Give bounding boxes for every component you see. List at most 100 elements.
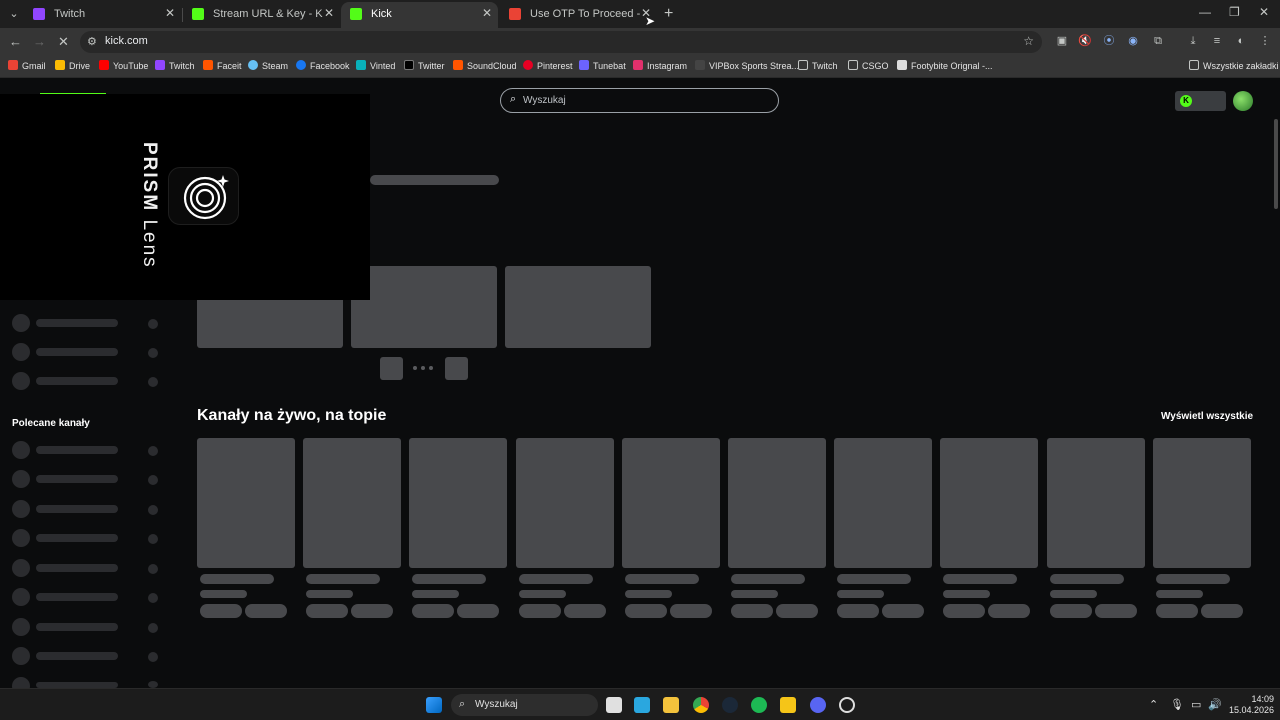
url-text[interactable]: kick.com <box>105 35 148 47</box>
skeleton-dot <box>148 446 158 456</box>
view-all-link[interactable]: Wyświetl wszystkie <box>1161 411 1253 422</box>
site-info-icon[interactable]: ⚙ <box>87 35 97 48</box>
cast-icon[interactable]: ▣ <box>1055 34 1069 48</box>
bookmark-youtube[interactable]: YouTube <box>99 60 148 71</box>
skeleton-thumbnail <box>197 438 295 568</box>
kick-login-button[interactable]: K <box>1175 91 1226 111</box>
skeleton-line <box>625 590 672 598</box>
tab-twitch[interactable]: Twitch ✕ <box>24 2 181 28</box>
app-icon[interactable] <box>780 697 796 713</box>
steam-icon[interactable] <box>722 697 738 713</box>
bookmark-soundcloud[interactable]: SoundCloud <box>453 60 517 71</box>
back-icon[interactable]: ← <box>9 34 22 49</box>
close-tab-icon[interactable]: ✕ <box>482 6 492 20</box>
twitch-favicon-icon <box>33 8 45 20</box>
display-icon[interactable]: ▭ <box>1191 698 1201 711</box>
tab-search-icon[interactable]: ⌄ <box>6 6 22 22</box>
skeleton-avatar <box>12 314 30 332</box>
bookmark-label: Steam <box>262 61 289 71</box>
close-tab-icon[interactable]: ✕ <box>165 6 175 20</box>
skeleton-line <box>36 348 118 356</box>
avatar[interactable] <box>1233 91 1253 111</box>
tray-chevron-icon[interactable]: ⌃ <box>1149 698 1158 711</box>
skeleton-tag <box>731 604 773 618</box>
skeleton-thumbnail <box>1047 438 1145 568</box>
microphone-icon[interactable]: 🎙 <box>1170 698 1184 711</box>
mouse-cursor-icon: ➤ <box>645 14 656 28</box>
minimize-icon[interactable]: — <box>1199 5 1211 19</box>
menu-kebab-icon[interactable]: ⋮ <box>1258 34 1272 48</box>
profile-icon[interactable]: ◐ <box>1234 34 1248 48</box>
reading-list-icon[interactable]: ≡ <box>1210 34 1224 48</box>
carousel-dot[interactable] <box>429 366 433 370</box>
volume-icon[interactable]: 🔊 <box>1208 698 1222 711</box>
bookmark-vipbox[interactable]: VIPBox Sports Strea... <box>695 60 799 71</box>
downloads-icon[interactable]: ⤓ <box>1186 34 1200 48</box>
bookmark-gmail[interactable]: Gmail <box>8 60 46 71</box>
discord-icon[interactable] <box>810 697 826 713</box>
bookmark-footybite[interactable]: Footybite Orignal -... <box>897 60 993 71</box>
bookmark-drive[interactable]: Drive <box>55 60 90 71</box>
spotify-icon[interactable] <box>751 697 767 713</box>
kick-logo-icon: K <box>1180 95 1192 107</box>
skeleton-line <box>36 319 118 327</box>
windows-start-icon[interactable] <box>426 697 442 713</box>
forward-icon[interactable]: → <box>33 34 46 49</box>
bookmark-twitch[interactable]: Twitch <box>155 60 195 71</box>
widget-app-icon[interactable] <box>634 697 650 713</box>
extension-icon[interactable]: ◉ <box>1126 34 1140 48</box>
skeleton-tag <box>1095 604 1137 618</box>
faceit-icon <box>203 60 213 70</box>
prism-lens-overlay[interactable]: PRISM Lens <box>0 94 370 300</box>
bookmark-twitter[interactable]: Twitter <box>404 60 445 71</box>
carousel-dot[interactable] <box>413 366 417 370</box>
skeleton-tag <box>564 604 606 618</box>
task-view-icon[interactable] <box>606 697 622 713</box>
skeleton-avatar <box>12 588 30 606</box>
system-clock[interactable]: 14:09 15.04.2026 <box>1224 694 1274 716</box>
bookmark-facebook[interactable]: Facebook <box>296 60 350 71</box>
skeleton-avatar <box>12 677 30 688</box>
all-bookmarks[interactable]: Wszystkie zakładki <box>1189 60 1279 71</box>
skeleton-dot <box>148 377 158 387</box>
skeleton-line <box>200 574 274 584</box>
restore-icon[interactable]: ❐ <box>1229 5 1240 19</box>
page-scrollbar[interactable] <box>1274 119 1278 209</box>
extensions-puzzle-icon[interactable]: ⧉ <box>1151 34 1165 48</box>
search-icon: ⌕ <box>510 93 517 105</box>
skeleton-line <box>519 574 593 584</box>
bookmark-tunebat[interactable]: Tunebat <box>579 60 626 71</box>
carousel-dot[interactable] <box>421 366 425 370</box>
address-bar[interactable]: ⚙ kick.com ☆ <box>80 31 1042 53</box>
file-explorer-icon[interactable] <box>663 697 679 713</box>
skeleton-tag <box>837 604 879 618</box>
tab-kick[interactable]: Kick ✕ <box>341 2 498 28</box>
carousel-next-button[interactable] <box>445 357 468 380</box>
carousel-prev-button[interactable] <box>380 357 403 380</box>
close-tab-icon[interactable]: ✕ <box>324 6 334 20</box>
bookmark-pinterest[interactable]: Pinterest <box>523 60 573 71</box>
tab-gmail-otp[interactable]: Use OTP To Proceed - pieta343 ✕ <box>500 2 657 28</box>
close-window-icon[interactable]: ✕ <box>1259 5 1269 19</box>
bookmark-star-icon[interactable]: ☆ <box>1023 34 1034 48</box>
prism-lens-wordmark: PRISM Lens <box>138 142 160 269</box>
taskbar-search-input[interactable]: ⌕ Wyszukaj <box>451 694 598 716</box>
chrome-icon[interactable] <box>693 697 709 713</box>
app-icon[interactable] <box>839 697 855 713</box>
mute-tab-icon[interactable]: 🔇 <box>1078 34 1092 48</box>
bookmark-label: Twitter <box>418 61 445 71</box>
bookmark-instagram[interactable]: Instagram <box>633 60 687 71</box>
new-tab-icon[interactable]: + <box>664 5 673 23</box>
bookmark-vinted[interactable]: Vinted <box>356 60 395 71</box>
bookmark-folder-csgo[interactable]: CSGO <box>848 60 889 71</box>
skeleton-dot <box>148 652 158 662</box>
bookmark-steam[interactable]: Steam <box>248 60 288 71</box>
bookmark-folder-twitch[interactable]: Twitch <box>798 60 838 71</box>
bookmark-faceit[interactable]: Faceit <box>203 60 242 71</box>
extension-audio-icon[interactable]: ⦿ <box>1102 34 1116 48</box>
skeleton-line <box>370 175 499 185</box>
site-search-input[interactable]: ⌕ Wyszukaj <box>500 88 779 113</box>
stop-loading-icon[interactable]: ✕ <box>58 34 69 50</box>
tab-kick-dashboard[interactable]: Stream URL & Key - Kick Dashb ✕ <box>183 2 340 28</box>
gmail-icon <box>8 60 18 70</box>
